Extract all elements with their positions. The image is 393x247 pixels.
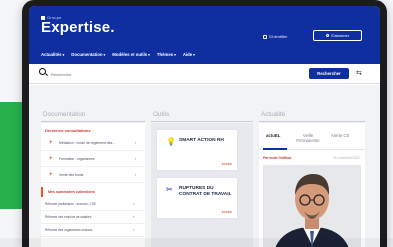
search-button[interactable]: Rechercher — [309, 68, 349, 79]
tab-actuel[interactable]: actuEL — [266, 133, 280, 138]
screen: Groupe Expertise. S'identifier S'abonner… — [29, 6, 380, 247]
lock-icon — [263, 34, 267, 39]
main-nav: Actualités Documentation Modèles et outi… — [41, 52, 195, 57]
main-content: Documentation Outils Actualité Dernières… — [29, 85, 380, 247]
divider — [151, 121, 253, 122]
list-item[interactable]: + Vente des fonds › — [41, 169, 145, 183]
documentation-title: Documentation — [43, 111, 86, 118]
recent-consultations-heading: Dernières consultations — [45, 128, 91, 133]
news-kicker: Par toute l'édition — [263, 156, 292, 160]
subscribe-button[interactable]: S'abonner — [313, 30, 362, 41]
plus-icon: + — [49, 156, 53, 162]
brand-logo[interactable]: Expertise. — [41, 19, 115, 36]
tab-alerte-ce[interactable]: Alerte CE — [331, 133, 349, 138]
surface-shadow — [0, 238, 393, 247]
search-icon — [39, 68, 46, 75]
nav-item-themes[interactable]: Thèmes — [157, 52, 176, 57]
documentation-panel: Dernières consultations + Médiation : mo… — [41, 123, 145, 247]
lightbulb-icon: 💡 — [166, 137, 176, 146]
chevron-right-icon: › — [133, 227, 135, 232]
crossed-tools-icon: ✂ — [166, 185, 173, 194]
news-panel: actuEL Veille Permanente Alerte CE Par t… — [259, 123, 365, 247]
list-item[interactable]: Réforme des emplois de salariés › — [41, 212, 145, 224]
list-item[interactable]: + Médiation : mode de règlement des... › — [41, 137, 145, 151]
news-photo[interactable] — [263, 165, 361, 247]
header: Groupe Expertise. S'identifier S'abonner… — [29, 6, 380, 64]
chevron-right-icon: › — [135, 172, 137, 177]
search-input[interactable] — [51, 69, 301, 79]
chevron-right-icon: › — [135, 140, 137, 145]
nav-item-documentation[interactable]: Documentation — [71, 52, 105, 57]
list-item[interactable]: Réforme des organismes sociaux › — [41, 225, 145, 237]
chevron-right-icon: › — [133, 201, 135, 206]
nav-item-modeles-outils[interactable]: Modèles et outils — [112, 52, 150, 57]
tab-veille-permanente[interactable]: Veille Permanente — [295, 133, 321, 143]
login-link[interactable]: S'identifier — [263, 34, 288, 39]
plus-icon: + — [49, 140, 53, 146]
active-tab-indicator — [263, 148, 287, 150]
nav-item-aide[interactable]: Aide — [183, 52, 195, 57]
tool-card-smart-action[interactable]: 💡 SMART ACTION RH ACCÈS — [156, 129, 238, 171]
news-date: 22 novembre 2023 — [333, 156, 360, 160]
laptop-frame: Groupe Expertise. S'identifier S'abonner… — [22, 0, 387, 247]
filter-icon[interactable]: ⇆ — [356, 70, 363, 77]
user-icon — [325, 34, 329, 37]
nav-item-actualites[interactable]: Actualités — [41, 52, 64, 57]
my-collections-link[interactable]: Mes sommaires collections — [41, 187, 145, 197]
chevron-right-icon: › — [135, 156, 137, 161]
divider — [41, 121, 145, 122]
tool-card-ruptures[interactable]: ✂ RUPTURES DU CONTRAT DE TRAVAIL ACCÈS — [156, 177, 238, 219]
divider — [259, 121, 365, 122]
tools-title: Outils — [153, 111, 170, 118]
news-title: Actualité — [261, 111, 286, 118]
list-item[interactable]: + Formation : organismes › — [41, 153, 145, 167]
tools-panel: 💡 SMART ACTION RH ACCÈS ✂ RUPTURES DU CO… — [151, 123, 253, 247]
portrait-illustration — [263, 165, 361, 247]
plus-icon: + — [49, 172, 53, 178]
search-bar: Rechercher ⇆ — [29, 64, 380, 84]
chevron-right-icon: › — [133, 214, 135, 219]
list-item[interactable]: Réforme paritarisme : accords, CSE › — [41, 199, 145, 211]
